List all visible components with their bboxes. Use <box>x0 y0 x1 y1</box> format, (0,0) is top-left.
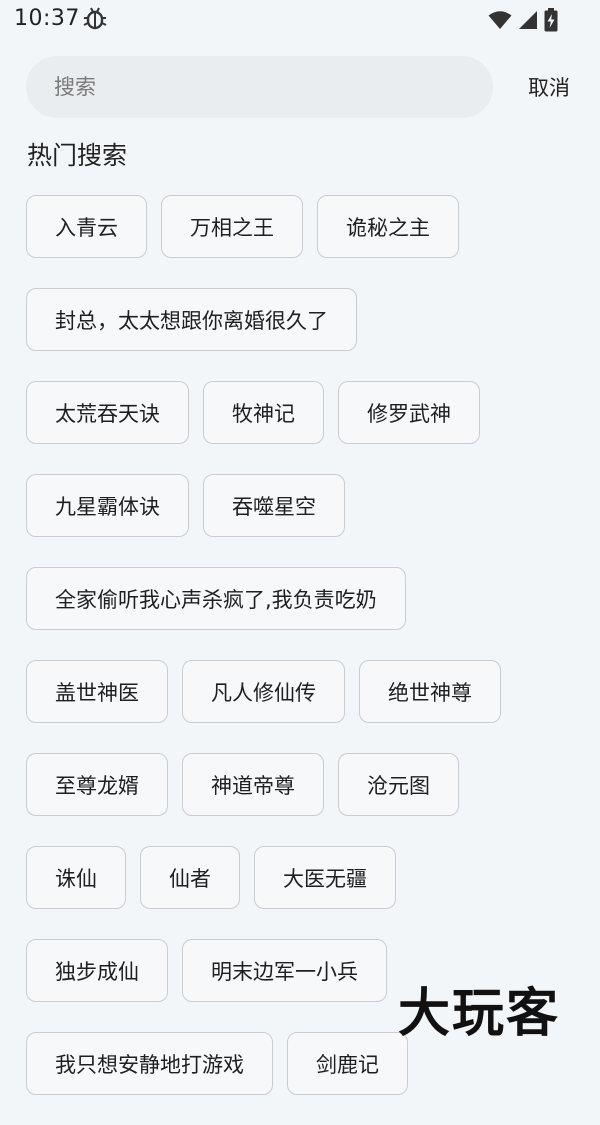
tag-row: 全家偷听我心声杀疯了,我负责吃奶 <box>26 567 586 630</box>
hot-search-tag[interactable]: 牧神记 <box>203 381 324 444</box>
search-input[interactable] <box>52 74 467 100</box>
hot-search-tag[interactable]: 大医无疆 <box>254 846 396 909</box>
cell-signal-icon <box>519 11 537 29</box>
hot-search-tag[interactable]: 我只想安静地打游戏 <box>26 1032 273 1095</box>
tag-row: 至尊龙婿 神道帝尊 沧元图 <box>26 753 586 816</box>
hot-search-tag[interactable]: 诡秘之主 <box>317 195 459 258</box>
hot-search-tag[interactable]: 九星霸体诀 <box>26 474 189 537</box>
bug-icon <box>83 7 107 30</box>
wifi-icon <box>488 11 512 29</box>
tag-row: 诛仙 仙者 大医无疆 <box>26 846 586 909</box>
search-field-container[interactable] <box>26 56 493 118</box>
hot-search-tag[interactable]: 绝世神尊 <box>359 660 501 723</box>
watermark-logo: 大玩客 <box>398 984 561 1044</box>
hot-search-title: 热门搜索 <box>27 141 128 170</box>
hot-search-tag[interactable]: 修罗武神 <box>338 381 480 444</box>
hot-search-tag[interactable]: 全家偷听我心声杀疯了,我负责吃奶 <box>26 567 406 630</box>
status-icons <box>488 8 558 32</box>
cancel-button[interactable]: 取消 <box>523 56 575 118</box>
hot-search-tag[interactable]: 剑鹿记 <box>287 1032 408 1095</box>
hot-search-tag[interactable]: 至尊龙婿 <box>26 753 168 816</box>
hot-search-tag[interactable]: 诛仙 <box>26 846 126 909</box>
hot-search-tag[interactable]: 万相之王 <box>161 195 303 258</box>
hot-search-tag[interactable]: 沧元图 <box>338 753 459 816</box>
hot-search-tag[interactable]: 吞噬星空 <box>203 474 345 537</box>
hot-search-tag[interactable]: 凡人修仙传 <box>182 660 345 723</box>
hot-search-tag[interactable]: 独步成仙 <box>26 939 168 1002</box>
search-bar: 取消 <box>26 56 574 118</box>
tag-row: 入青云 万相之王 诡秘之主 <box>26 195 586 258</box>
tag-row: 封总，太太想跟你离婚很久了 <box>26 288 586 351</box>
tag-row: 九星霸体诀 吞噬星空 <box>26 474 586 537</box>
hot-search-tag[interactable]: 明末边军一小兵 <box>182 939 387 1002</box>
hot-search-tag[interactable]: 封总，太太想跟你离婚很久了 <box>26 288 357 351</box>
hot-search-tag[interactable]: 盖世神医 <box>26 660 168 723</box>
hot-search-tag[interactable]: 入青云 <box>26 195 147 258</box>
hot-search-tag[interactable]: 仙者 <box>140 846 240 909</box>
status-time: 10:37 <box>14 6 80 31</box>
status-bar: 10:37 <box>0 0 600 40</box>
tag-row: 太荒吞天诀 牧神记 修罗武神 <box>26 381 586 444</box>
hot-search-tag[interactable]: 太荒吞天诀 <box>26 381 189 444</box>
tag-row: 盖世神医 凡人修仙传 绝世神尊 <box>26 660 586 723</box>
hot-search-tag[interactable]: 神道帝尊 <box>182 753 324 816</box>
battery-charging-icon <box>544 8 558 32</box>
